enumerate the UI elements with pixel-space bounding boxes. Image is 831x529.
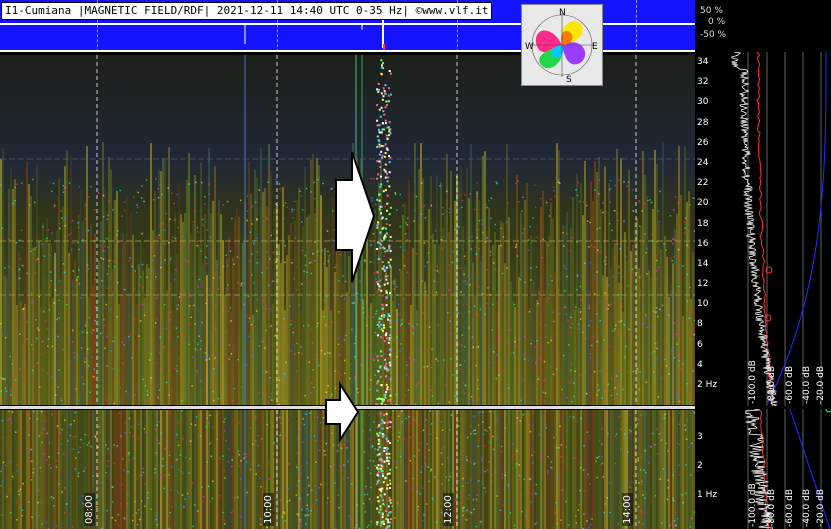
arrow-upper-icon bbox=[335, 151, 376, 283]
freq-tick-main: 6 bbox=[697, 339, 703, 350]
db-label-40-bottom: -40.0 dB bbox=[802, 488, 812, 527]
freq-tick-main: 28 bbox=[697, 117, 709, 128]
level-label-50: 50 % bbox=[700, 6, 723, 16]
time-label-1000: 10:00 bbox=[263, 493, 274, 526]
spectrum-trace-main bbox=[731, 52, 827, 406]
freq-tick-main: 20 bbox=[697, 198, 709, 209]
arrow-lower-icon bbox=[325, 380, 360, 444]
db-label-100-bottom: -100.0 dB bbox=[748, 483, 758, 527]
compass-e: E bbox=[592, 42, 598, 52]
db-label-40-top: -40.0 dB bbox=[802, 365, 812, 404]
level-label-minus50: -50 % bbox=[700, 30, 727, 40]
db-label-60-bottom: -60.0 dB bbox=[785, 488, 795, 527]
level-label-0: 0 % bbox=[708, 17, 726, 27]
freq-tick-main: 10 bbox=[697, 299, 709, 310]
freq-tick-main: 24 bbox=[697, 157, 709, 168]
freq-tick-main: 4 bbox=[697, 359, 703, 370]
compass-w: W bbox=[525, 42, 534, 52]
freq-tick-main: 22 bbox=[697, 178, 709, 189]
freq-tick-main: 32 bbox=[697, 77, 709, 88]
freq-tick-main: 30 bbox=[697, 97, 709, 108]
time-label-1400: 14:00 bbox=[622, 493, 633, 526]
time-label-1200: 12:00 bbox=[443, 493, 454, 526]
freq-tick-low: 2 bbox=[697, 461, 703, 471]
compass-n: N bbox=[559, 8, 566, 18]
time-gridline bbox=[97, 0, 99, 52]
chart-title: I1-Cumiana |MAGNETIC FIELD/RDF| 2021-12-… bbox=[1, 2, 493, 20]
freq-tick-low: 3 bbox=[697, 432, 703, 442]
direction-finder-rose: N E S W bbox=[521, 4, 603, 86]
db-label-60-top: -60.0 dB bbox=[785, 365, 795, 404]
freq-tick-main: 12 bbox=[697, 279, 709, 290]
freq-tick-main: 2 Hz bbox=[697, 380, 718, 390]
freq-tick-main: 18 bbox=[697, 218, 709, 229]
db-label-80-top: -80.0 dB bbox=[767, 365, 777, 404]
freq-tick-low: 1 Hz bbox=[697, 490, 718, 500]
db-label-20-top: -20.0 dB bbox=[816, 365, 826, 404]
freq-tick-main: 8 bbox=[697, 319, 703, 330]
time-gridline bbox=[457, 0, 459, 52]
db-label-20-bottom: -20.0 dB bbox=[816, 488, 826, 527]
freq-tick-main: 14 bbox=[697, 258, 709, 269]
compass-rose-icon: N E S W bbox=[525, 8, 598, 85]
time-label-0800: 08:00 bbox=[84, 493, 95, 526]
freq-tick-main: 26 bbox=[697, 137, 709, 148]
compass-s: S bbox=[566, 75, 572, 85]
time-gridline bbox=[636, 0, 638, 52]
db-label-80-bottom: -80.0 dB bbox=[767, 488, 777, 527]
time-gridline bbox=[277, 0, 279, 52]
freq-tick-main: 34 bbox=[697, 57, 709, 67]
db-label-100-top: -100.0 dB bbox=[748, 360, 758, 404]
spectrum-panel-main bbox=[730, 52, 831, 406]
vlf-spectrogram-viewer: I1-Cumiana |MAGNETIC FIELD/RDF| 2021-12-… bbox=[0, 0, 831, 529]
freq-tick-main: 16 bbox=[697, 238, 709, 249]
